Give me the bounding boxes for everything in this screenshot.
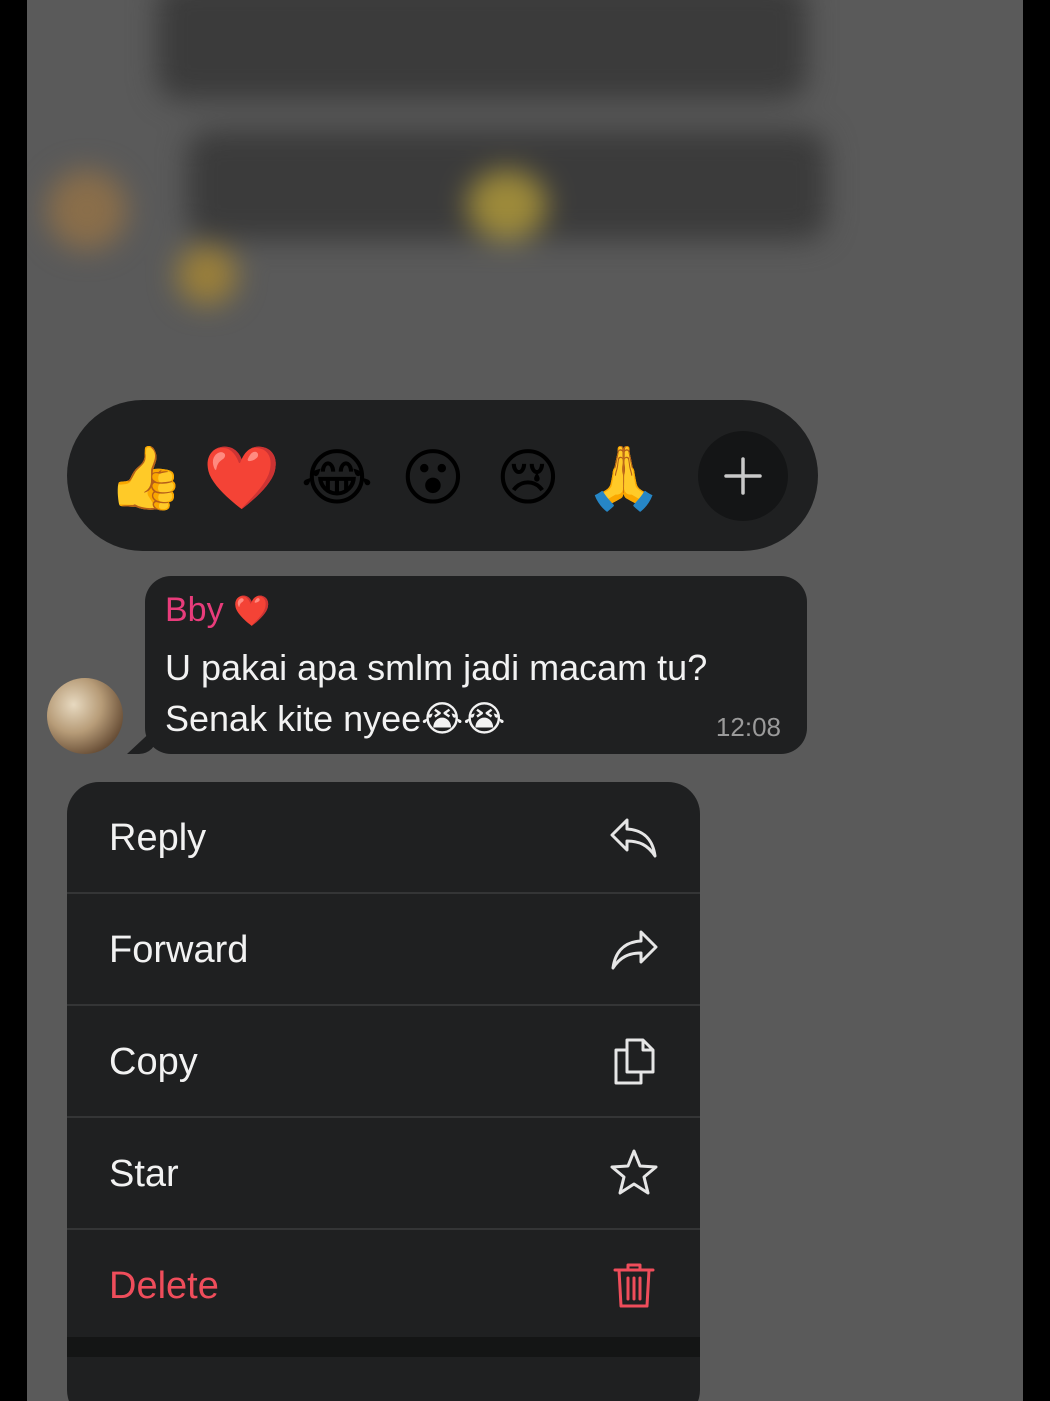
reaction-laughing[interactable]: 😂 [297, 438, 377, 518]
star-icon [610, 1149, 658, 1195]
message-line-1: U pakai apa smlm jadi macam tu? [165, 647, 708, 688]
right-black-border [1023, 0, 1050, 1401]
reaction-bar: 👍 ❤️ 😂 😮 😢 🙏 [67, 400, 818, 551]
menu-item-copy[interactable]: Copy [67, 1006, 700, 1116]
left-black-border [0, 0, 27, 1401]
message-bubble[interactable]: Bby ❤️ U pakai apa smlm jadi macam tu? S… [145, 576, 807, 754]
trash-icon [613, 1263, 655, 1308]
more-reactions-button[interactable] [698, 431, 788, 521]
blurred-message [157, 0, 807, 100]
sender-name: Bby ❤️ [165, 590, 270, 632]
sender-heart-emoji: ❤️ [233, 594, 271, 629]
copy-icon [614, 1038, 655, 1085]
reply-icon [610, 818, 657, 858]
reaction-heart[interactable]: ❤️ [202, 438, 282, 518]
message-context-menu: Reply Forward Copy Star Delete [67, 782, 700, 1401]
blurred-emoji [177, 245, 237, 305]
reaction-crying[interactable]: 😢 [488, 438, 568, 518]
menu-section-separator [67, 1337, 700, 1357]
menu-item-label: Delete [109, 1265, 219, 1307]
message-text: U pakai apa smlm jadi macam tu? Senak ki… [165, 642, 795, 744]
chat-screen: 👍 ❤️ 😂 😮 😢 🙏 Bby ❤️ U pakai apa smlm jad… [27, 0, 1023, 1401]
reaction-surprised[interactable]: 😮 [393, 438, 473, 518]
sender-name-text: Bby [165, 591, 224, 629]
forward-icon [611, 930, 658, 970]
menu-item-label: Forward [109, 929, 249, 971]
plus-icon [724, 457, 762, 495]
message-line-2: Senak kite nyee😭😭 [165, 698, 506, 739]
menu-item-label: Reply [109, 817, 207, 859]
reaction-folded-hands[interactable]: 🙏 [584, 438, 664, 518]
blurred-emoji [467, 170, 547, 240]
blurred-avatar [47, 170, 127, 250]
reaction-thumbs-up[interactable]: 👍 [106, 438, 186, 518]
sender-avatar[interactable] [47, 678, 123, 754]
message-timestamp: 12:08 [715, 712, 781, 742]
menu-item-star[interactable]: Star [67, 1118, 700, 1228]
blurred-background-chat [27, 0, 1023, 380]
menu-item-label: Star [109, 1153, 179, 1195]
menu-item-forward[interactable]: Forward [67, 894, 700, 1004]
menu-item-reply[interactable]: Reply [67, 782, 700, 892]
menu-item-delete[interactable]: Delete [67, 1230, 700, 1340]
menu-item-label: Copy [109, 1041, 198, 1083]
